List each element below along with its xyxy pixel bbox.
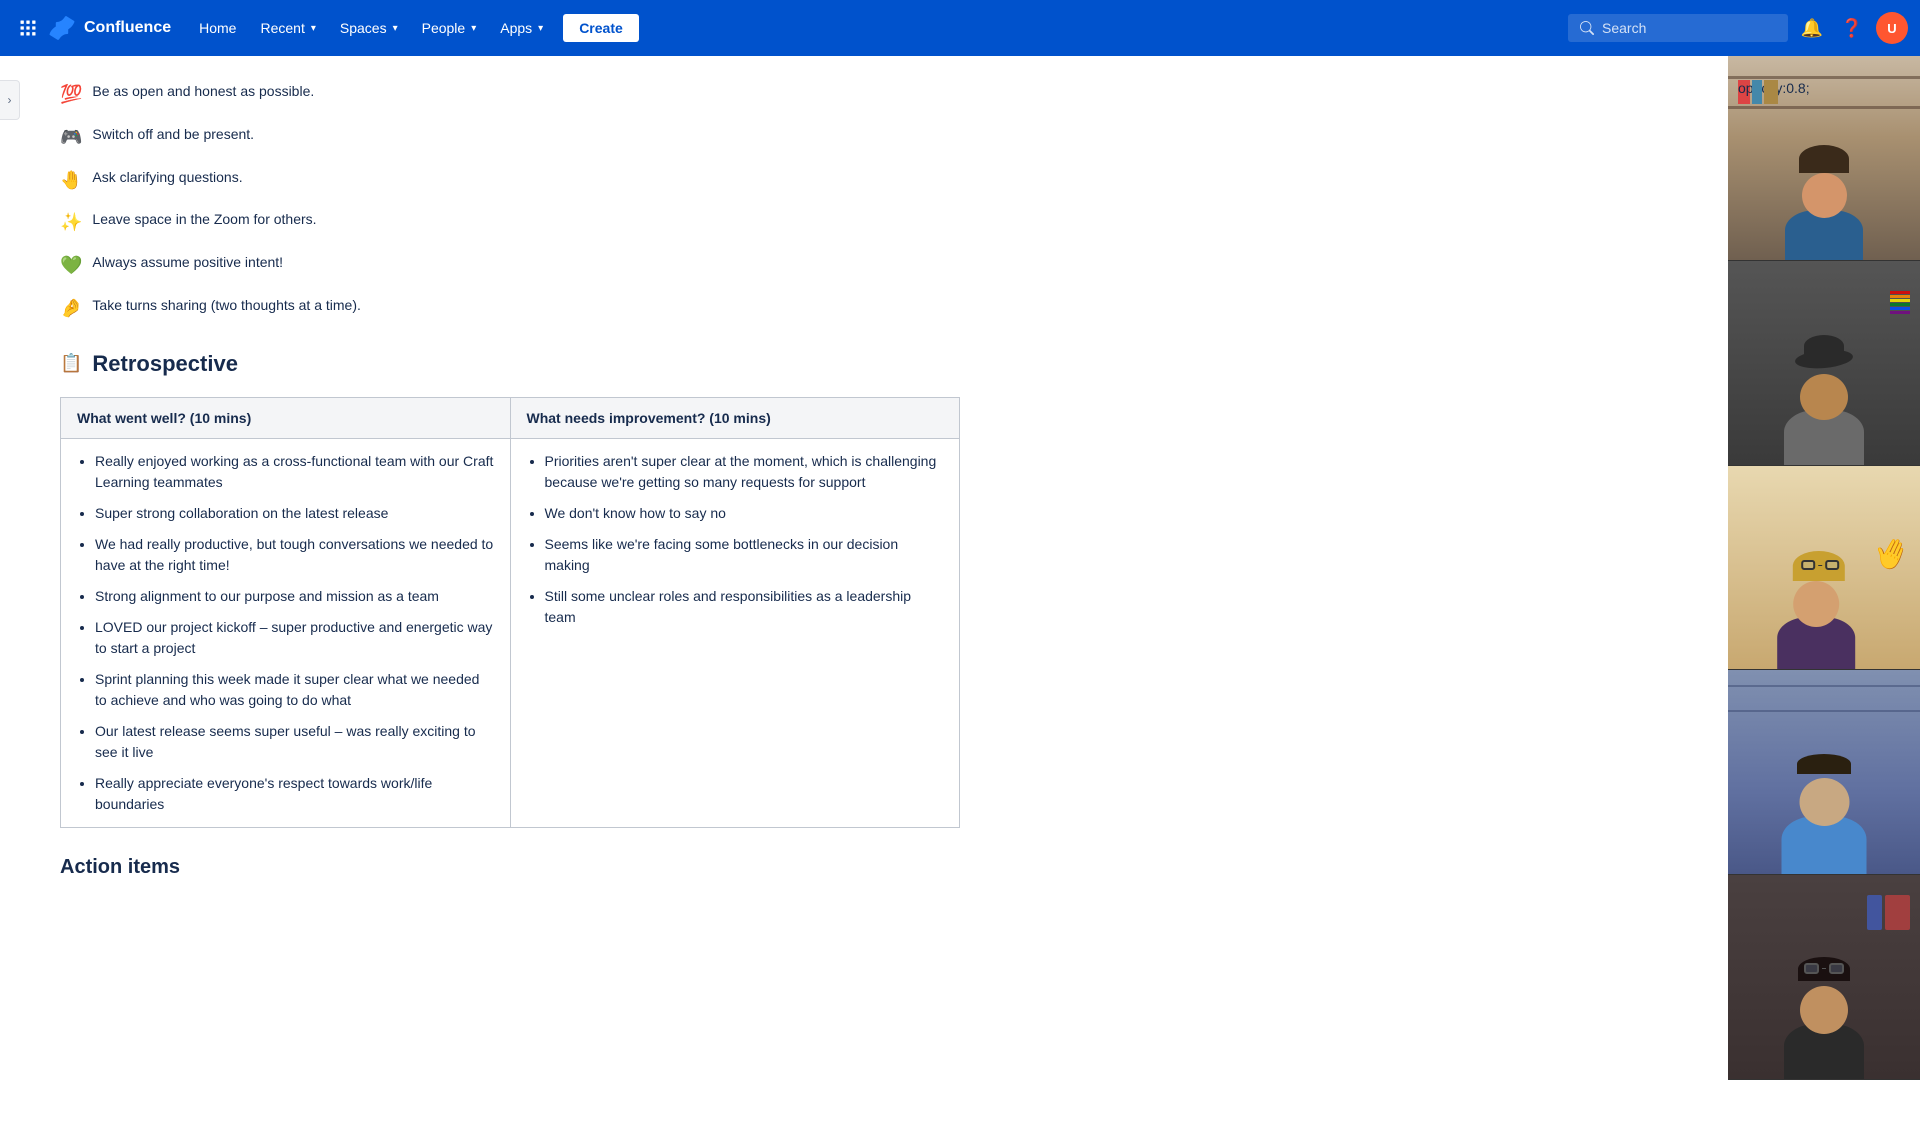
video-tile-3: 🤚 bbox=[1728, 466, 1920, 671]
sidebar-toggle-button[interactable]: › bbox=[0, 80, 20, 120]
retrospective-header: 📋 Retrospective bbox=[60, 351, 960, 377]
ground-rule-text-4: Leave space in the Zoom for others. bbox=[92, 208, 316, 230]
went-well-cell: Really enjoyed working as a cross-functi… bbox=[61, 438, 511, 827]
needs-improvement-cell: Priorities aren't super clear at the mom… bbox=[510, 438, 960, 827]
video-panel: opacity:0.8; bbox=[1728, 56, 1920, 1080]
confluence-logo[interactable]: Confluence bbox=[48, 14, 171, 42]
help-button[interactable]: ❓ bbox=[1836, 12, 1868, 44]
list-item: Priorities aren't super clear at the mom… bbox=[545, 451, 944, 493]
list-item: We don't know how to say no bbox=[545, 503, 944, 524]
ground-rule-text-2: Switch off and be present. bbox=[92, 123, 254, 145]
video-tile-5 bbox=[1728, 875, 1920, 1080]
list-item: Really enjoyed working as a cross-functi… bbox=[95, 451, 494, 493]
list-item: Still some unclear roles and responsibil… bbox=[545, 586, 944, 628]
emoji-sparkles: ✨ bbox=[60, 208, 82, 237]
nav-recent[interactable]: Recent ▾ bbox=[248, 0, 327, 56]
ground-rule-text-3: Ask clarifying questions. bbox=[92, 166, 242, 188]
list-item: 🎮 Switch off and be present. bbox=[60, 123, 960, 152]
list-item: LOVED our project kickoff – super produc… bbox=[95, 617, 494, 659]
retrospective-title: Retrospective bbox=[92, 351, 238, 377]
list-item: 💚 Always assume positive intent! bbox=[60, 251, 960, 280]
spaces-chevron-icon: ▾ bbox=[393, 23, 398, 34]
people-chevron-icon: ▾ bbox=[471, 23, 476, 34]
chevron-right-icon: › bbox=[8, 93, 12, 107]
video-tile-4 bbox=[1728, 670, 1920, 875]
list-item: ✨ Leave space in the Zoom for others. bbox=[60, 208, 960, 237]
search-placeholder: Search bbox=[1602, 20, 1646, 36]
emoji-hand-raise: 🤚 bbox=[60, 166, 82, 195]
went-well-header: What went well? (10 mins) bbox=[61, 397, 511, 438]
nav-people[interactable]: People ▾ bbox=[410, 0, 489, 56]
list-item: Seems like we're facing some bottlenecks… bbox=[545, 534, 944, 576]
list-item: Really appreciate everyone's respect tow… bbox=[95, 773, 494, 815]
nav-home[interactable]: Home bbox=[187, 0, 248, 56]
list-item: 🤌 Take turns sharing (two thoughts at a … bbox=[60, 294, 960, 323]
nav-apps[interactable]: Apps ▾ bbox=[488, 0, 555, 56]
video-tile-1: opacity:0.8; bbox=[1728, 56, 1920, 261]
needs-improvement-header: What needs improvement? (10 mins) bbox=[510, 397, 960, 438]
search-bar[interactable]: Search bbox=[1568, 14, 1788, 42]
list-item: Our latest release seems super useful – … bbox=[95, 721, 494, 763]
list-item: We had really productive, but tough conv… bbox=[95, 534, 494, 576]
list-item: Strong alignment to our purpose and miss… bbox=[95, 586, 494, 607]
navigation: Confluence Home Recent ▾ Spaces ▾ People… bbox=[0, 0, 1920, 56]
emoji-gamepad: 🎮 bbox=[60, 123, 82, 152]
nav-spaces[interactable]: Spaces ▾ bbox=[328, 0, 410, 56]
ground-rule-text-5: Always assume positive intent! bbox=[92, 251, 283, 273]
apps-chevron-icon: ▾ bbox=[538, 23, 543, 34]
notifications-button[interactable]: 🔔 bbox=[1796, 12, 1828, 44]
ground-rules-list: 💯 Be as open and honest as possible. 🎮 S… bbox=[60, 80, 960, 323]
went-well-list: Really enjoyed working as a cross-functi… bbox=[77, 451, 494, 815]
emoji-100: 💯 bbox=[60, 80, 82, 109]
grid-menu-icon[interactable] bbox=[12, 12, 44, 44]
list-item: Super strong collaboration on the latest… bbox=[95, 503, 494, 524]
list-item: 💯 Be as open and honest as possible. bbox=[60, 80, 960, 109]
retrospective-table: What went well? (10 mins) What needs imp… bbox=[60, 397, 960, 828]
ground-rule-text-1: Be as open and honest as possible. bbox=[92, 80, 314, 102]
list-item: Sprint planning this week made it super … bbox=[95, 669, 494, 711]
main-content: 💯 Be as open and honest as possible. 🎮 S… bbox=[0, 56, 1260, 1080]
recent-chevron-icon: ▾ bbox=[311, 23, 316, 34]
video-tile-2 bbox=[1728, 261, 1920, 466]
page-content: 💯 Be as open and honest as possible. 🎮 S… bbox=[60, 80, 960, 879]
emoji-green-heart: 💚 bbox=[60, 251, 82, 280]
logo-text: Confluence bbox=[84, 19, 171, 37]
create-button[interactable]: Create bbox=[563, 14, 639, 42]
list-item: 🤚 Ask clarifying questions. bbox=[60, 166, 960, 195]
action-items-header: Action items bbox=[60, 856, 960, 879]
search-icon bbox=[1580, 21, 1594, 35]
user-avatar[interactable]: U bbox=[1876, 12, 1908, 44]
ground-rule-text-6: Take turns sharing (two thoughts at a ti… bbox=[92, 294, 360, 316]
emoji-clipboard: 📋 bbox=[60, 353, 82, 374]
needs-improvement-list: Priorities aren't super clear at the mom… bbox=[527, 451, 944, 628]
emoji-pinch: 🤌 bbox=[60, 294, 82, 323]
nav-right-section: Search 🔔 ❓ U bbox=[1568, 12, 1908, 44]
